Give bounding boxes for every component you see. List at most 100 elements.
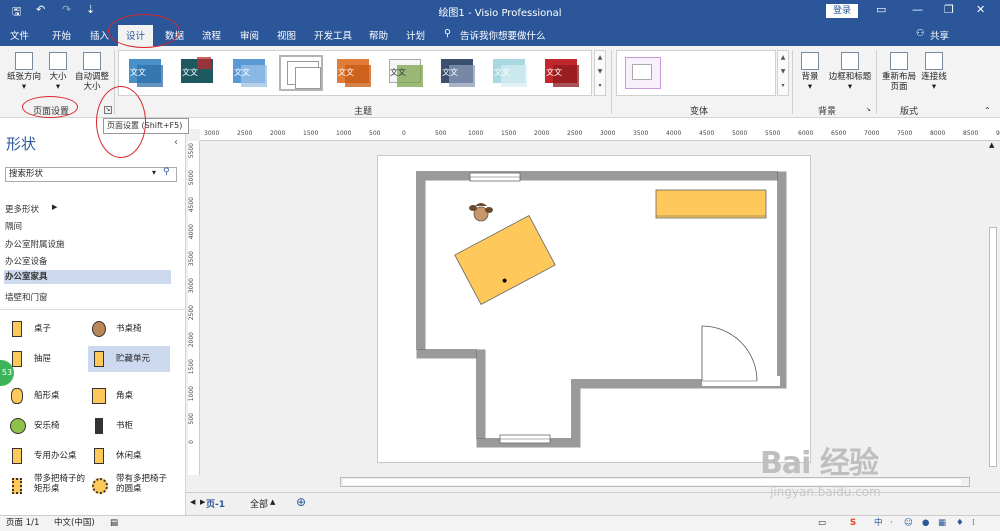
background-launcher-icon[interactable]: ↘ (866, 106, 871, 113)
collapse-panel-icon[interactable]: ‹ (174, 137, 178, 148)
ruler-tick-label: 500 (369, 130, 381, 137)
stencil-special-desk[interactable]: 专用办公桌 (6, 443, 88, 469)
tab-plan[interactable]: 计划 (406, 28, 425, 42)
theme-item-7[interactable]: 文文 (435, 55, 479, 91)
emoji-icon: ☺ (904, 518, 913, 528)
themes-scroll[interactable]: ▲ ▼ ▾ (594, 50, 606, 96)
stencil-boat-desk[interactable]: 船形桌 (6, 383, 88, 409)
theme-label: 文文 (338, 68, 354, 77)
all-pages-button[interactable]: 全部 (250, 497, 268, 510)
theme-label: 文文 (494, 68, 510, 77)
stencil-armchair[interactable]: 安乐椅 (6, 413, 88, 439)
theme-item-9[interactable]: 文文 (539, 55, 583, 91)
background-label: 背景 (801, 72, 819, 82)
drawing-page[interactable] (377, 155, 811, 463)
tab-view[interactable]: 视图 (277, 28, 296, 42)
background-icon (801, 52, 819, 70)
ime-s-icon: S (850, 518, 857, 528)
login-button[interactable]: 登录 (826, 4, 858, 18)
stencil-category-office-furniture[interactable]: 办公室家具 (4, 270, 171, 284)
user-icon: ⚇ (916, 28, 925, 39)
variants-scroll[interactable]: ▲ ▼ ▾ (777, 50, 789, 96)
prev-page-icon[interactable]: ◀ (190, 498, 195, 506)
search-dropdown-icon[interactable]: ▾ (152, 168, 156, 177)
variants-gallery[interactable] (616, 50, 776, 96)
close-icon[interactable]: ✕ (976, 3, 985, 16)
storage-unit-shape[interactable] (655, 189, 767, 219)
page-tab-1[interactable]: 页-1 (206, 497, 225, 510)
scrollbar-thumb[interactable] (989, 227, 997, 467)
background-button[interactable]: 背景 ▾ (796, 52, 824, 92)
relayout-label-2: 页面 (890, 82, 908, 92)
collapse-ribbon-icon[interactable]: ⌃ (984, 106, 991, 115)
theme-item-1[interactable]: 文文 (123, 55, 167, 91)
ruler-tick-label: 3000 (600, 130, 616, 137)
language-status[interactable]: 中文(中国) (54, 516, 95, 531)
theme-item-6[interactable]: 文文 (383, 55, 427, 91)
tab-help[interactable]: 帮助 (369, 28, 388, 42)
next-page-icon[interactable]: ▶ (200, 498, 205, 506)
tab-review[interactable]: 审阅 (240, 28, 259, 42)
stencil-drawer[interactable]: 抽屉 (6, 346, 88, 372)
size-button[interactable]: 大小 ▾ (46, 52, 70, 92)
stencil-rect-table-chairs[interactable]: 带多把椅子的 矩形桌 (6, 473, 88, 499)
stencil-category-office-equipment[interactable]: 办公室设备 (5, 255, 48, 267)
stencil-casual-table[interactable]: 休闲桌 (88, 443, 170, 469)
desk-chair-shape[interactable] (469, 203, 493, 222)
layout-group-label: 版式 (900, 107, 919, 117)
stencil-desk[interactable]: 桌子 (6, 316, 88, 342)
themes-gallery[interactable]: 文文 文文 文文 文文 文文 文文 文文 文文 (118, 50, 592, 96)
ruler-tick-label: 4500 (188, 197, 195, 213)
connectors-button[interactable]: 连接线 ▾ (920, 52, 948, 92)
vertical-ruler: 5500 5000 4500 4000 3500 3000 2500 2000 1500 1000… (188, 141, 200, 475)
stencil-label: 专用办公桌 (34, 451, 77, 461)
restore-icon[interactable]: ❐ (944, 3, 954, 16)
tab-home[interactable]: 开始 (52, 28, 71, 42)
chair-arm (485, 207, 493, 213)
stencil-category-office-accessories[interactable]: 办公室附属设施 (5, 238, 65, 250)
stencil-bookcase[interactable]: 书柜 (88, 413, 170, 439)
vertical-scrollbar[interactable]: ▲ (988, 141, 998, 475)
stencil-corner-desk[interactable]: 角桌 (88, 383, 170, 409)
stencil-label: 安乐椅 (34, 421, 60, 431)
desk-shape[interactable] (454, 215, 556, 305)
relayout-icon (890, 52, 908, 70)
add-page-button[interactable]: ⊕ (296, 495, 306, 509)
theme-item-4-selected[interactable] (279, 55, 323, 91)
tell-me-input[interactable]: 告诉我你想要做什么 (460, 28, 546, 42)
ribbon-design: 纸张方向 ▾ 大小 ▾ 自动调整 大小 页面设置 ↘ 文文 文文 文文 文文 文文 文… (0, 46, 1000, 118)
stencil-category-walls-doors-windows[interactable]: 墙壁和门窗 (5, 291, 48, 303)
more-shapes-item[interactable]: 更多形状 (5, 203, 39, 215)
orientation-button[interactable]: 纸张方向 ▾ (4, 52, 44, 92)
minimize-icon[interactable]: — (912, 3, 923, 16)
variant-swatch (632, 64, 652, 80)
tab-process[interactable]: 流程 (202, 28, 221, 42)
stencil-round-table-chairs[interactable]: 带有多把椅子 的圆桌 (88, 473, 170, 499)
tab-insert[interactable]: 插入 (90, 28, 109, 42)
relayout-button[interactable]: 重新布局 页面 (878, 52, 920, 92)
ribbon-display-icon[interactable]: ▭ (876, 3, 886, 16)
scroll-up-icon[interactable]: ▲ (989, 141, 994, 149)
theme-item-8[interactable]: 文文 (487, 55, 531, 91)
stencil-desk-chair[interactable]: 书桌椅 (88, 316, 170, 342)
borders-titles-button[interactable]: 边框和标题 ▾ (826, 52, 874, 92)
theme-item-3[interactable]: 文文 (227, 55, 271, 91)
stencil-category-cubicles[interactable]: 隔间 (5, 220, 22, 232)
stencil-label-line-2: 矩形桌 (34, 484, 60, 494)
themes-group-label: 主题 (354, 107, 373, 117)
tab-file[interactable]: 文件 (10, 28, 29, 42)
search-icon[interactable]: ⚲ (163, 167, 170, 177)
fit-page-icon[interactable]: ▭ (818, 516, 826, 531)
stencil-storage-unit[interactable]: 贮藏单元 (88, 346, 170, 372)
variant-item[interactable] (625, 57, 661, 89)
tab-developer[interactable]: 开发工具 (314, 28, 352, 42)
autofit-button[interactable]: 自动调整 大小 (72, 52, 112, 92)
ruler-tick-label: 5500 (765, 130, 781, 137)
ruler-tick-label: 8500 (963, 130, 979, 137)
dropdown-arrow-icon: ▾ (55, 82, 61, 92)
theme-item-5[interactable]: 文文 (331, 55, 375, 91)
macro-record-icon[interactable]: ▤ (110, 516, 118, 531)
theme-item-2[interactable]: 文文 (175, 55, 219, 91)
page-number-status[interactable]: 页面 1/1 (6, 516, 39, 531)
share-button[interactable]: 共享 (930, 28, 949, 42)
